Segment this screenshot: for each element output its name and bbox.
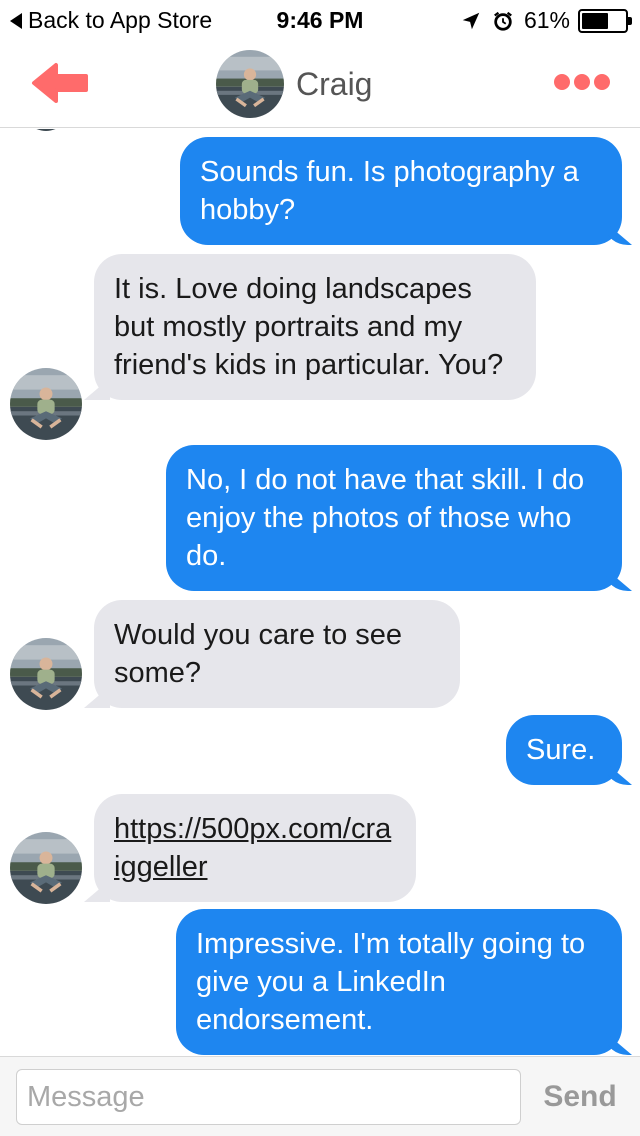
avatar — [22, 129, 70, 131]
incoming-message[interactable]: Would you care to see some? — [94, 600, 460, 708]
contact-name: Craig — [296, 65, 373, 102]
outgoing-message[interactable]: Impressive. I'm totally going to give yo… — [176, 909, 622, 1055]
incoming-message[interactable]: It is. Love doing landscapes but mostly … — [94, 254, 536, 400]
alarm-clock-icon — [494, 11, 512, 31]
outgoing-message[interactable]: Sounds fun. Is photography a hobby? — [180, 137, 622, 245]
chat-header: Craig — [0, 40, 640, 128]
message-composer: Send — [0, 1056, 640, 1136]
battery-percentage: 61% — [523, 7, 570, 33]
battery-level — [582, 12, 608, 29]
avatar[interactable] — [10, 638, 82, 710]
more-dot — [574, 74, 590, 90]
avatar — [216, 50, 284, 118]
outgoing-message[interactable]: No, I do not have that skill. I do enjoy… — [166, 445, 622, 591]
battery-icon — [578, 8, 632, 33]
status-bar: Back to App Store 9:46 PM 61% — [0, 0, 640, 40]
shared-link[interactable]: https://500px.com/craiggeller — [114, 813, 391, 883]
send-button[interactable]: Send — [530, 1069, 630, 1125]
status-indicators: 61% — [460, 7, 632, 34]
avatar[interactable] — [10, 832, 82, 904]
location-arrow-icon — [462, 12, 480, 29]
message-input[interactable] — [16, 1069, 521, 1125]
avatar[interactable] — [10, 368, 82, 440]
more-dot — [594, 74, 610, 90]
contact-profile[interactable]: Craig — [216, 50, 372, 118]
outgoing-message[interactable]: Sure. — [506, 715, 622, 785]
more-dot — [554, 74, 570, 90]
back-arrow-icon[interactable] — [30, 62, 90, 104]
more-icon[interactable] — [550, 74, 610, 90]
incoming-message: https://500px.com/craiggeller — [94, 794, 416, 902]
message-thread[interactable]: Sounds fun. Is photography a hobby? It i… — [0, 129, 640, 1055]
